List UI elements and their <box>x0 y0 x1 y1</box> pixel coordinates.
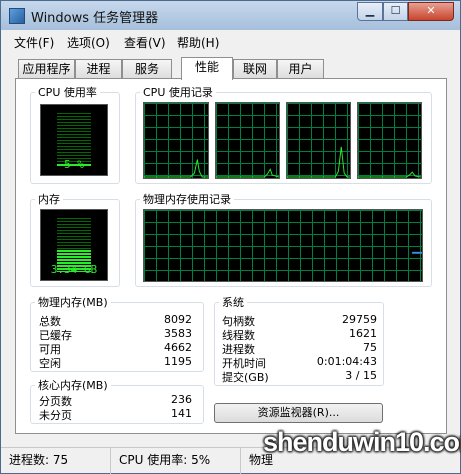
menu-file[interactable]: 文件(F) <box>14 34 54 51</box>
memory-usage-meter: 3.34 GB <box>40 209 108 281</box>
system-row-threads: 线程数 1621 <box>222 327 377 342</box>
memory-label: 内存 <box>38 193 60 206</box>
kernel-memory-table: 分页数 236 未分页 141 <box>39 393 192 422</box>
menu-bar: 文件(F) 选项(O) 查看(V) 帮助(H) <box>1 30 460 52</box>
maximize-button[interactable]: ☐ <box>383 2 408 21</box>
cpu-history-graph-core3 <box>286 102 351 179</box>
kernel-memory-row-paged: 分页数 236 <box>39 393 192 408</box>
menu-view[interactable]: 查看(V) <box>124 34 166 51</box>
system-label: 系统 <box>222 296 244 309</box>
tab-users[interactable]: 用户 <box>277 59 324 79</box>
task-manager-window: Windows 任务管理器 ▁ ☐ ✕ 文件(F) 选项(O) 查看(V) 帮助… <box>0 0 461 474</box>
memory-history-graph <box>143 209 423 282</box>
row-key: 空闲 <box>39 357 61 370</box>
row-value: 1195 <box>164 355 192 368</box>
cpu-history-graph-core1 <box>143 102 209 179</box>
menu-options[interactable]: 选项(O) <box>67 34 110 51</box>
minimize-button[interactable]: ▁ <box>357 2 383 21</box>
tab-strip: 应用程序 进程 服务 性能 联网 用户 <box>1 57 460 80</box>
cpu-usage-value: 5 % <box>64 158 84 171</box>
tab-networking[interactable]: 联网 <box>233 59 277 79</box>
cpu-usage-meter: 5 % <box>40 104 108 176</box>
row-value: 3 / 15 <box>345 369 377 382</box>
cpu-usage-label: CPU 使用率 <box>38 86 97 99</box>
row-value: 8092 <box>164 313 192 326</box>
memory-history-label: 物理内存使用记录 <box>143 193 231 206</box>
tab-services[interactable]: 服务 <box>122 59 172 79</box>
task-manager-icon <box>9 8 25 24</box>
resource-monitor-button[interactable]: 资源监视器(R)... <box>214 403 383 423</box>
row-value: 75 <box>363 341 377 354</box>
system-row-handles: 句柄数 29759 <box>222 313 377 328</box>
status-process-count: 进程数: 75 <box>1 448 111 474</box>
physical-memory-row-cached: 已缓存 3583 <box>39 327 192 342</box>
physical-memory-row-total: 总数 8092 <box>39 313 192 328</box>
system-table: 句柄数 29759 线程数 1621 进程数 75 开机时间 0:01:04:43 提交… <box>222 313 377 384</box>
row-value: 29759 <box>342 313 377 326</box>
physical-memory-table: 总数 8092 已缓存 3583 可用 4662 空闲 1195 <box>39 313 192 370</box>
row-value: 0:01:04:43 <box>316 355 377 368</box>
watermark-text: shenduwin10.com <box>263 427 461 457</box>
menu-help[interactable]: 帮助(H) <box>177 34 219 51</box>
tab-applications[interactable]: 应用程序 <box>18 59 75 79</box>
cpu-history-label: CPU 使用记录 <box>143 86 213 99</box>
memory-usage-value: 3.34 GB <box>50 263 98 276</box>
row-value: 236 <box>171 393 192 406</box>
kernel-memory-label: 核心内存(MB) <box>38 379 108 392</box>
cpu-history-graph-core4 <box>357 102 422 179</box>
system-row-uptime: 开机时间 0:01:04:43 <box>222 355 377 370</box>
title-bar[interactable]: Windows 任务管理器 ▁ ☐ ✕ <box>1 1 460 30</box>
window-title: Windows 任务管理器 <box>31 11 159 26</box>
close-button[interactable]: ✕ <box>408 2 454 21</box>
row-key: 提交(GB) <box>222 371 269 384</box>
system-row-commit: 提交(GB) 3 / 15 <box>222 369 377 384</box>
cpu-history-graph-core2 <box>215 102 280 179</box>
physical-memory-label: 物理内存(MB) <box>38 296 108 309</box>
physical-memory-row-available: 可用 4662 <box>39 341 192 356</box>
kernel-memory-row-nonpaged: 未分页 141 <box>39 407 192 422</box>
tab-performance[interactable]: 性能 <box>181 57 233 80</box>
row-value: 141 <box>171 407 192 420</box>
status-cpu-usage: CPU 使用率: 5% <box>111 448 241 474</box>
row-value: 1621 <box>349 327 377 340</box>
row-value: 3583 <box>164 327 192 340</box>
tab-processes[interactable]: 进程 <box>75 59 122 79</box>
row-value: 4662 <box>164 341 192 354</box>
physical-memory-row-free: 空闲 1195 <box>39 355 192 370</box>
row-key: 未分页 <box>39 409 72 422</box>
system-row-processes: 进程数 75 <box>222 341 377 356</box>
